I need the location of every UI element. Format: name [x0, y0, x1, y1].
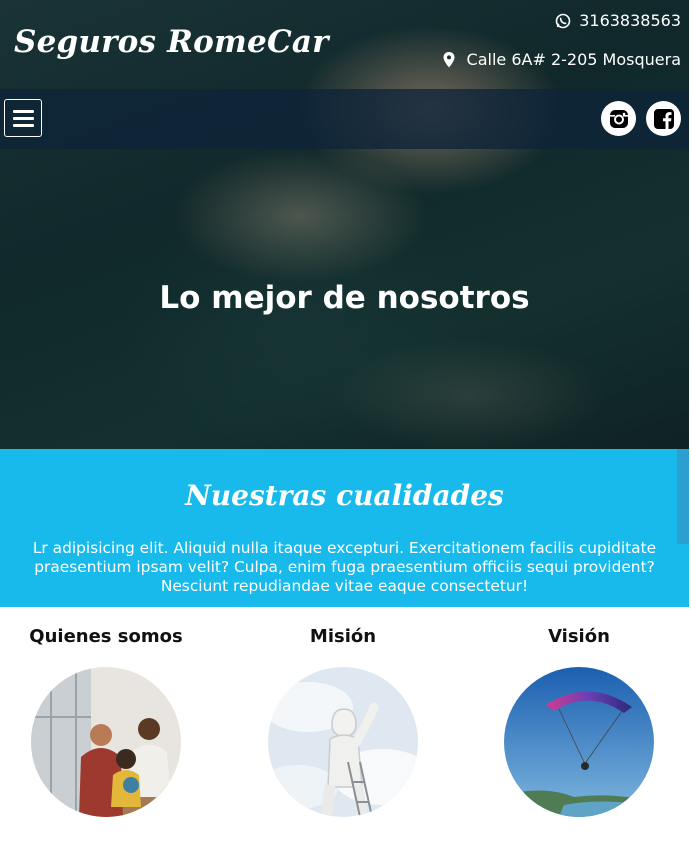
- address-text: Calle 6A# 2-205 Mosquera: [466, 50, 681, 69]
- phone-number: 3163838563: [579, 11, 681, 30]
- section-title: Misión: [309, 626, 377, 647]
- hamburger-menu-button[interactable]: [4, 99, 42, 137]
- hamburger-icon-bar: [12, 123, 34, 127]
- whatsapp-icon: [555, 13, 571, 28]
- qualities-section: Nuestras cualidades Lr adipisicing elit.…: [0, 449, 689, 607]
- hero-title: Lo mejor de nosotros: [159, 280, 530, 316]
- facebook-link[interactable]: [646, 101, 681, 136]
- hamburger-icon-bar: [12, 116, 34, 120]
- paraglider-image: [504, 667, 654, 817]
- brand-logo[interactable]: Seguros RomeCar: [14, 24, 329, 60]
- instagram-link[interactable]: [601, 101, 636, 136]
- instagram-icon: [609, 109, 628, 128]
- phone-contact[interactable]: 3163838563: [555, 11, 681, 30]
- facebook-icon: [653, 108, 674, 129]
- qualities-title: Nuestras cualidades: [185, 479, 504, 512]
- team-image: [31, 667, 181, 817]
- qualities-text: Lr adipisicing elit. Aliquid nulla itaqu…: [32, 539, 657, 595]
- astronaut-image: [268, 667, 418, 817]
- address-contact: Calle 6A# 2-205 Mosquera: [443, 50, 681, 69]
- hero-banner: Seguros RomeCar 3163838563 Calle 6A# 2-2…: [0, 0, 689, 449]
- section-vision: Visión: [459, 626, 692, 817]
- section-quienes-somos: Quienes somos: [0, 626, 226, 817]
- hamburger-icon-bar: [12, 109, 34, 113]
- section-title: Quienes somos: [29, 626, 183, 647]
- section-title: Visión: [548, 626, 610, 647]
- section-mision: Misión: [223, 626, 463, 817]
- navbar: [0, 89, 689, 149]
- map-marker-icon: [443, 51, 455, 67]
